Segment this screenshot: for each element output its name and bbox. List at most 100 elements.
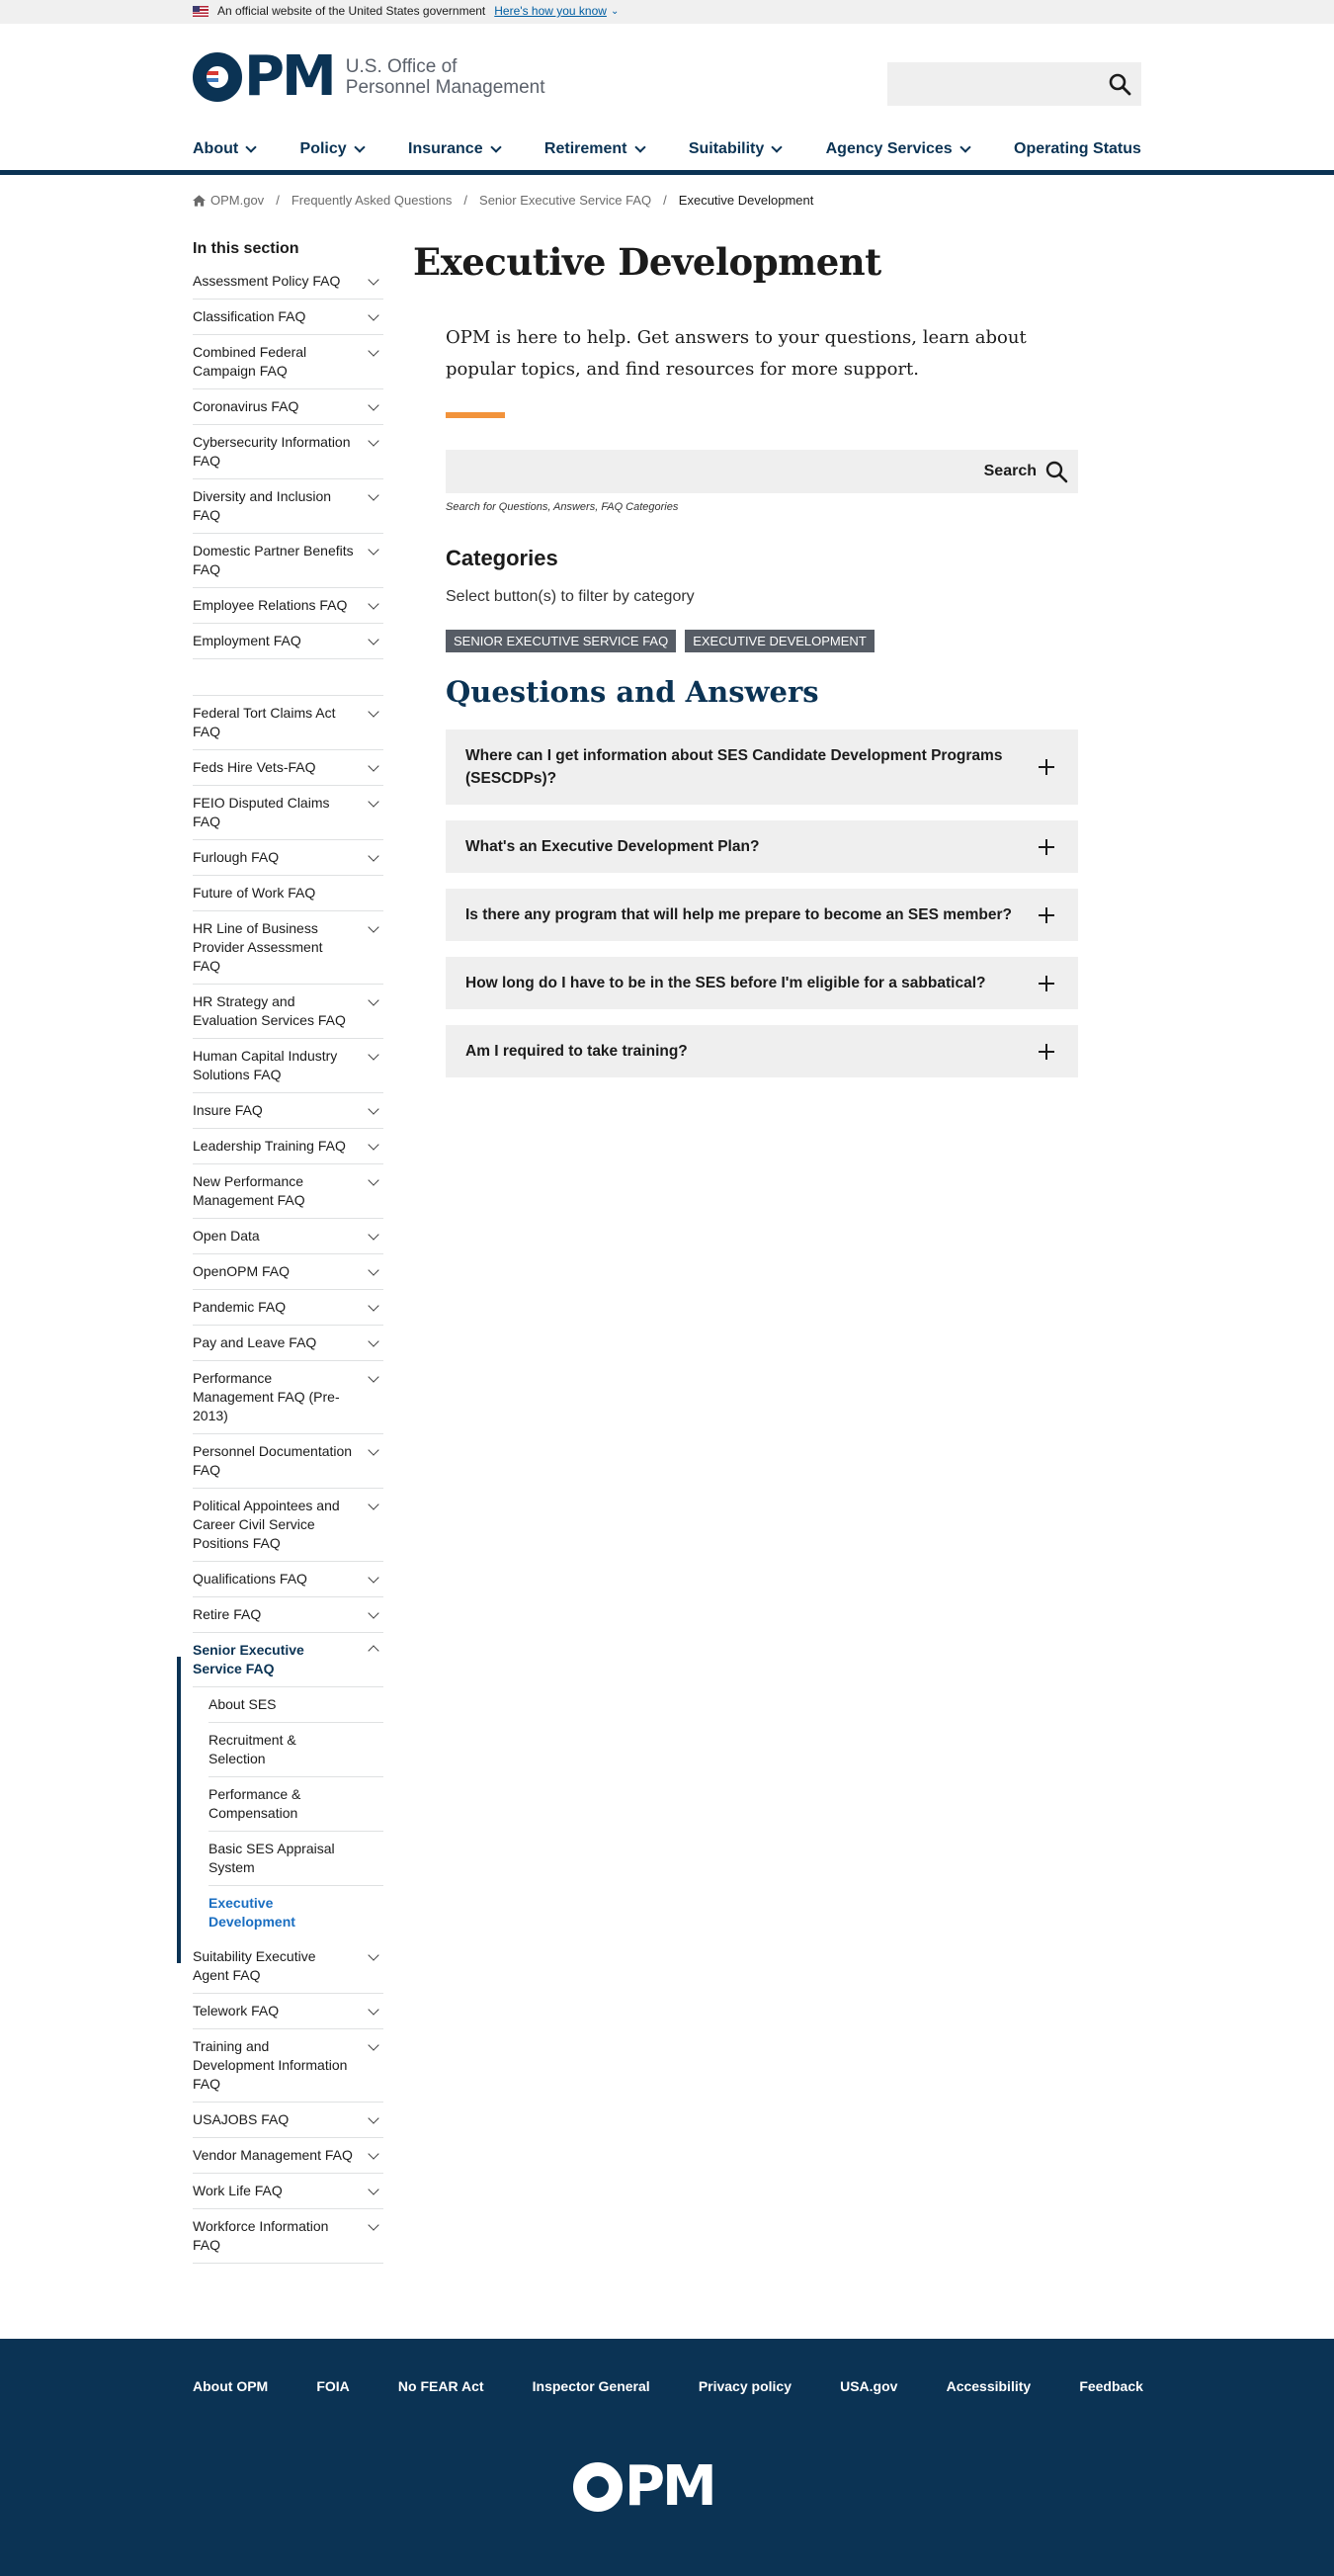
sidebar-item-combined-federal-campaign-faq[interactable]: Combined Federal Campaign FAQ [193,335,383,389]
sidebar-item-human-capital-industry-solutions-faq[interactable]: Human Capital Industry Solutions FAQ [193,1039,383,1093]
chevron-down-icon[interactable] [368,274,379,286]
breadcrumb-faq[interactable]: Frequently Asked Questions [292,193,453,208]
sidebar-item-suitability-executive-agent-faq[interactable]: Suitability Executive Agent FAQ [193,1939,383,1994]
footer-link-privacy-policy[interactable]: Privacy policy [699,2378,792,2394]
chevron-down-icon[interactable] [368,345,379,357]
opm-logo[interactable]: PM U.S. Office of Personnel Management [193,49,545,105]
sidebar-item-qualifications-faq[interactable]: Qualifications FAQ [193,1562,383,1597]
plus-icon[interactable] [1039,838,1054,855]
qa-question-4[interactable]: How long do I have to be in the SES befo… [446,957,1078,1009]
chevron-down-icon[interactable] [368,706,379,718]
sidebar-item-feio-disputed-claims-faq[interactable]: FEIO Disputed Claims FAQ [193,786,383,840]
chevron-down-icon[interactable] [368,850,379,862]
chevron-down-icon[interactable] [368,1572,379,1584]
chevron-down-icon[interactable] [368,796,379,808]
sidebar-item-openopm-faq[interactable]: OpenOPM FAQ [193,1254,383,1290]
plus-icon[interactable] [1039,759,1054,775]
chevron-down-icon[interactable] [368,435,379,447]
sidebar-item-coronavirus-faq[interactable]: Coronavirus FAQ [193,389,383,425]
sidebar-item-domestic-partner-benefits-faq[interactable]: Domestic Partner Benefits FAQ [193,534,383,588]
sidebar-item-performance-management-faq-pre-2013[interactable]: Performance Management FAQ (Pre-2013) [193,1361,383,1434]
footer-link-no-fear-act[interactable]: No FEAR Act [398,2378,484,2394]
sidebar-item-feds-hire-vets-faq[interactable]: Feds Hire Vets-FAQ [193,750,383,786]
sidebar-item-empty[interactable] [193,659,383,696]
sidebar-item-usajobs-faq[interactable]: USAJOBS FAQ [193,2103,383,2138]
chevron-down-icon[interactable] [368,994,379,1006]
sidebar-item-hr-strategy-and-evaluation-services-faq[interactable]: HR Strategy and Evaluation Services FAQ [193,985,383,1039]
sidebar-item-personnel-documentation-faq[interactable]: Personnel Documentation FAQ [193,1434,383,1489]
chevron-down-icon[interactable] [368,2219,379,2231]
footer-link-usa-gov[interactable]: USA.gov [840,2378,897,2394]
sidebar-item-employee-relations-faq[interactable]: Employee Relations FAQ [193,588,383,624]
sidebar-item-pandemic-faq[interactable]: Pandemic FAQ [193,1290,383,1326]
sidebar-subitem-performance-compensation[interactable]: Performance & Compensation [208,1777,383,1832]
sidebar-item-workforce-information-faq[interactable]: Workforce Information FAQ [193,2209,383,2264]
sidebar-item-telework-faq[interactable]: Telework FAQ [193,1994,383,2029]
sidebar-item-hr-line-of-business-provider-assessment-faq[interactable]: HR Line of Business Provider Assessment … [193,911,383,985]
category-tag-executive-development[interactable]: Executive Development [685,630,875,652]
chevron-down-icon[interactable] [368,1607,379,1619]
category-tag-ses-faq[interactable]: Senior Executive Service FAQ [446,630,677,652]
chevron-down-icon[interactable] [368,1049,379,1061]
chevron-down-icon[interactable] [368,634,379,645]
heres-how-you-know-link[interactable]: Here's how you know [494,4,607,18]
breadcrumb-home[interactable]: OPM.gov [210,193,264,208]
chevron-down-icon[interactable] [368,2112,379,2124]
plus-icon[interactable] [1039,1043,1054,1060]
chevron-down-icon[interactable] [368,921,379,933]
sidebar-item-new-performance-management-faq[interactable]: New Performance Management FAQ [193,1164,383,1219]
footer-link-foia[interactable]: FOIA [316,2378,349,2394]
sidebar-item-vendor-management-faq[interactable]: Vendor Management FAQ [193,2138,383,2174]
sidebar-item-political-appointees-and-career-civil-service-positions-faq[interactable]: Political Appointees and Career Civil Se… [193,1489,383,1562]
sidebar-item-employment-faq[interactable]: Employment FAQ [193,624,383,659]
sidebar-subitem-executive-development[interactable]: Executive Development [208,1886,383,1939]
sidebar-subitem-recruitment-selection[interactable]: Recruitment & Selection [208,1723,383,1777]
chevron-down-icon[interactable] [368,544,379,556]
chevron-down-icon[interactable] [368,1371,379,1383]
sidebar-item-federal-tort-claims-act-faq[interactable]: Federal Tort Claims Act FAQ [193,696,383,750]
sidebar-item-assessment-policy-faq[interactable]: Assessment Policy FAQ [193,264,383,300]
qa-question-3[interactable]: Is there any program that will help me p… [446,889,1078,941]
nav-agency-services[interactable]: Agency Services [826,137,971,161]
nav-insurance[interactable]: Insurance [408,137,502,161]
sidebar-item-pay-and-leave-faq[interactable]: Pay and Leave FAQ [193,1326,383,1361]
search-icon[interactable] [1108,72,1131,101]
chevron-down-icon[interactable] [368,2004,379,2016]
sidebar-item-retire-faq[interactable]: Retire FAQ [193,1597,383,1633]
sidebar-item-cybersecurity-information-faq[interactable]: Cybersecurity Information FAQ [193,425,383,479]
sidebar-item-open-data[interactable]: Open Data [193,1219,383,1254]
chevron-down-icon[interactable] [368,1335,379,1347]
faq-search-input[interactable]: Search [446,450,1078,493]
header-search-input[interactable] [887,62,1141,106]
faq-search-button[interactable]: Search [978,456,1074,487]
breadcrumb-ses-faq[interactable]: Senior Executive Service FAQ [479,193,651,208]
sidebar-item-leadership-training-faq[interactable]: Leadership Training FAQ [193,1129,383,1164]
sidebar-item-work-life-faq[interactable]: Work Life FAQ [193,2174,383,2209]
footer-opm-logo[interactable]: PM [573,2459,717,2515]
plus-icon[interactable] [1039,906,1054,923]
chevron-down-icon[interactable] [368,598,379,610]
footer-link-accessibility[interactable]: Accessibility [947,2378,1032,2394]
chevron-down-icon[interactable]: ⌄ [611,6,619,17]
chevron-down-icon[interactable] [368,489,379,501]
chevron-down-icon[interactable] [368,2148,379,2160]
nav-suitability[interactable]: Suitability [689,137,783,161]
sidebar-item-classification-faq[interactable]: Classification FAQ [193,300,383,335]
sidebar-item-insure-faq[interactable]: Insure FAQ [193,1093,383,1129]
chevron-down-icon[interactable] [368,309,379,321]
sidebar-subitem-about-ses[interactable]: About SES [208,1687,383,1723]
nav-policy[interactable]: Policy [300,137,366,161]
nav-about[interactable]: About [193,137,257,161]
footer-link-feedback[interactable]: Feedback [1079,2378,1143,2394]
chevron-down-icon[interactable] [368,1174,379,1186]
nav-operating-status[interactable]: Operating Status [1014,137,1141,161]
plus-icon[interactable] [1039,975,1054,991]
chevron-down-icon[interactable] [368,1444,379,1456]
footer-link-inspector-general[interactable]: Inspector General [533,2378,650,2394]
qa-question-1[interactable]: Where can I get information about SES Ca… [446,730,1078,805]
sidebar-item-future-of-work-faq[interactable]: Future of Work FAQ [193,876,383,911]
chevron-down-icon[interactable] [368,2039,379,2051]
qa-question-5[interactable]: Am I required to take training? [446,1025,1078,1077]
nav-retirement[interactable]: Retirement [544,137,646,161]
chevron-down-icon[interactable] [368,760,379,772]
